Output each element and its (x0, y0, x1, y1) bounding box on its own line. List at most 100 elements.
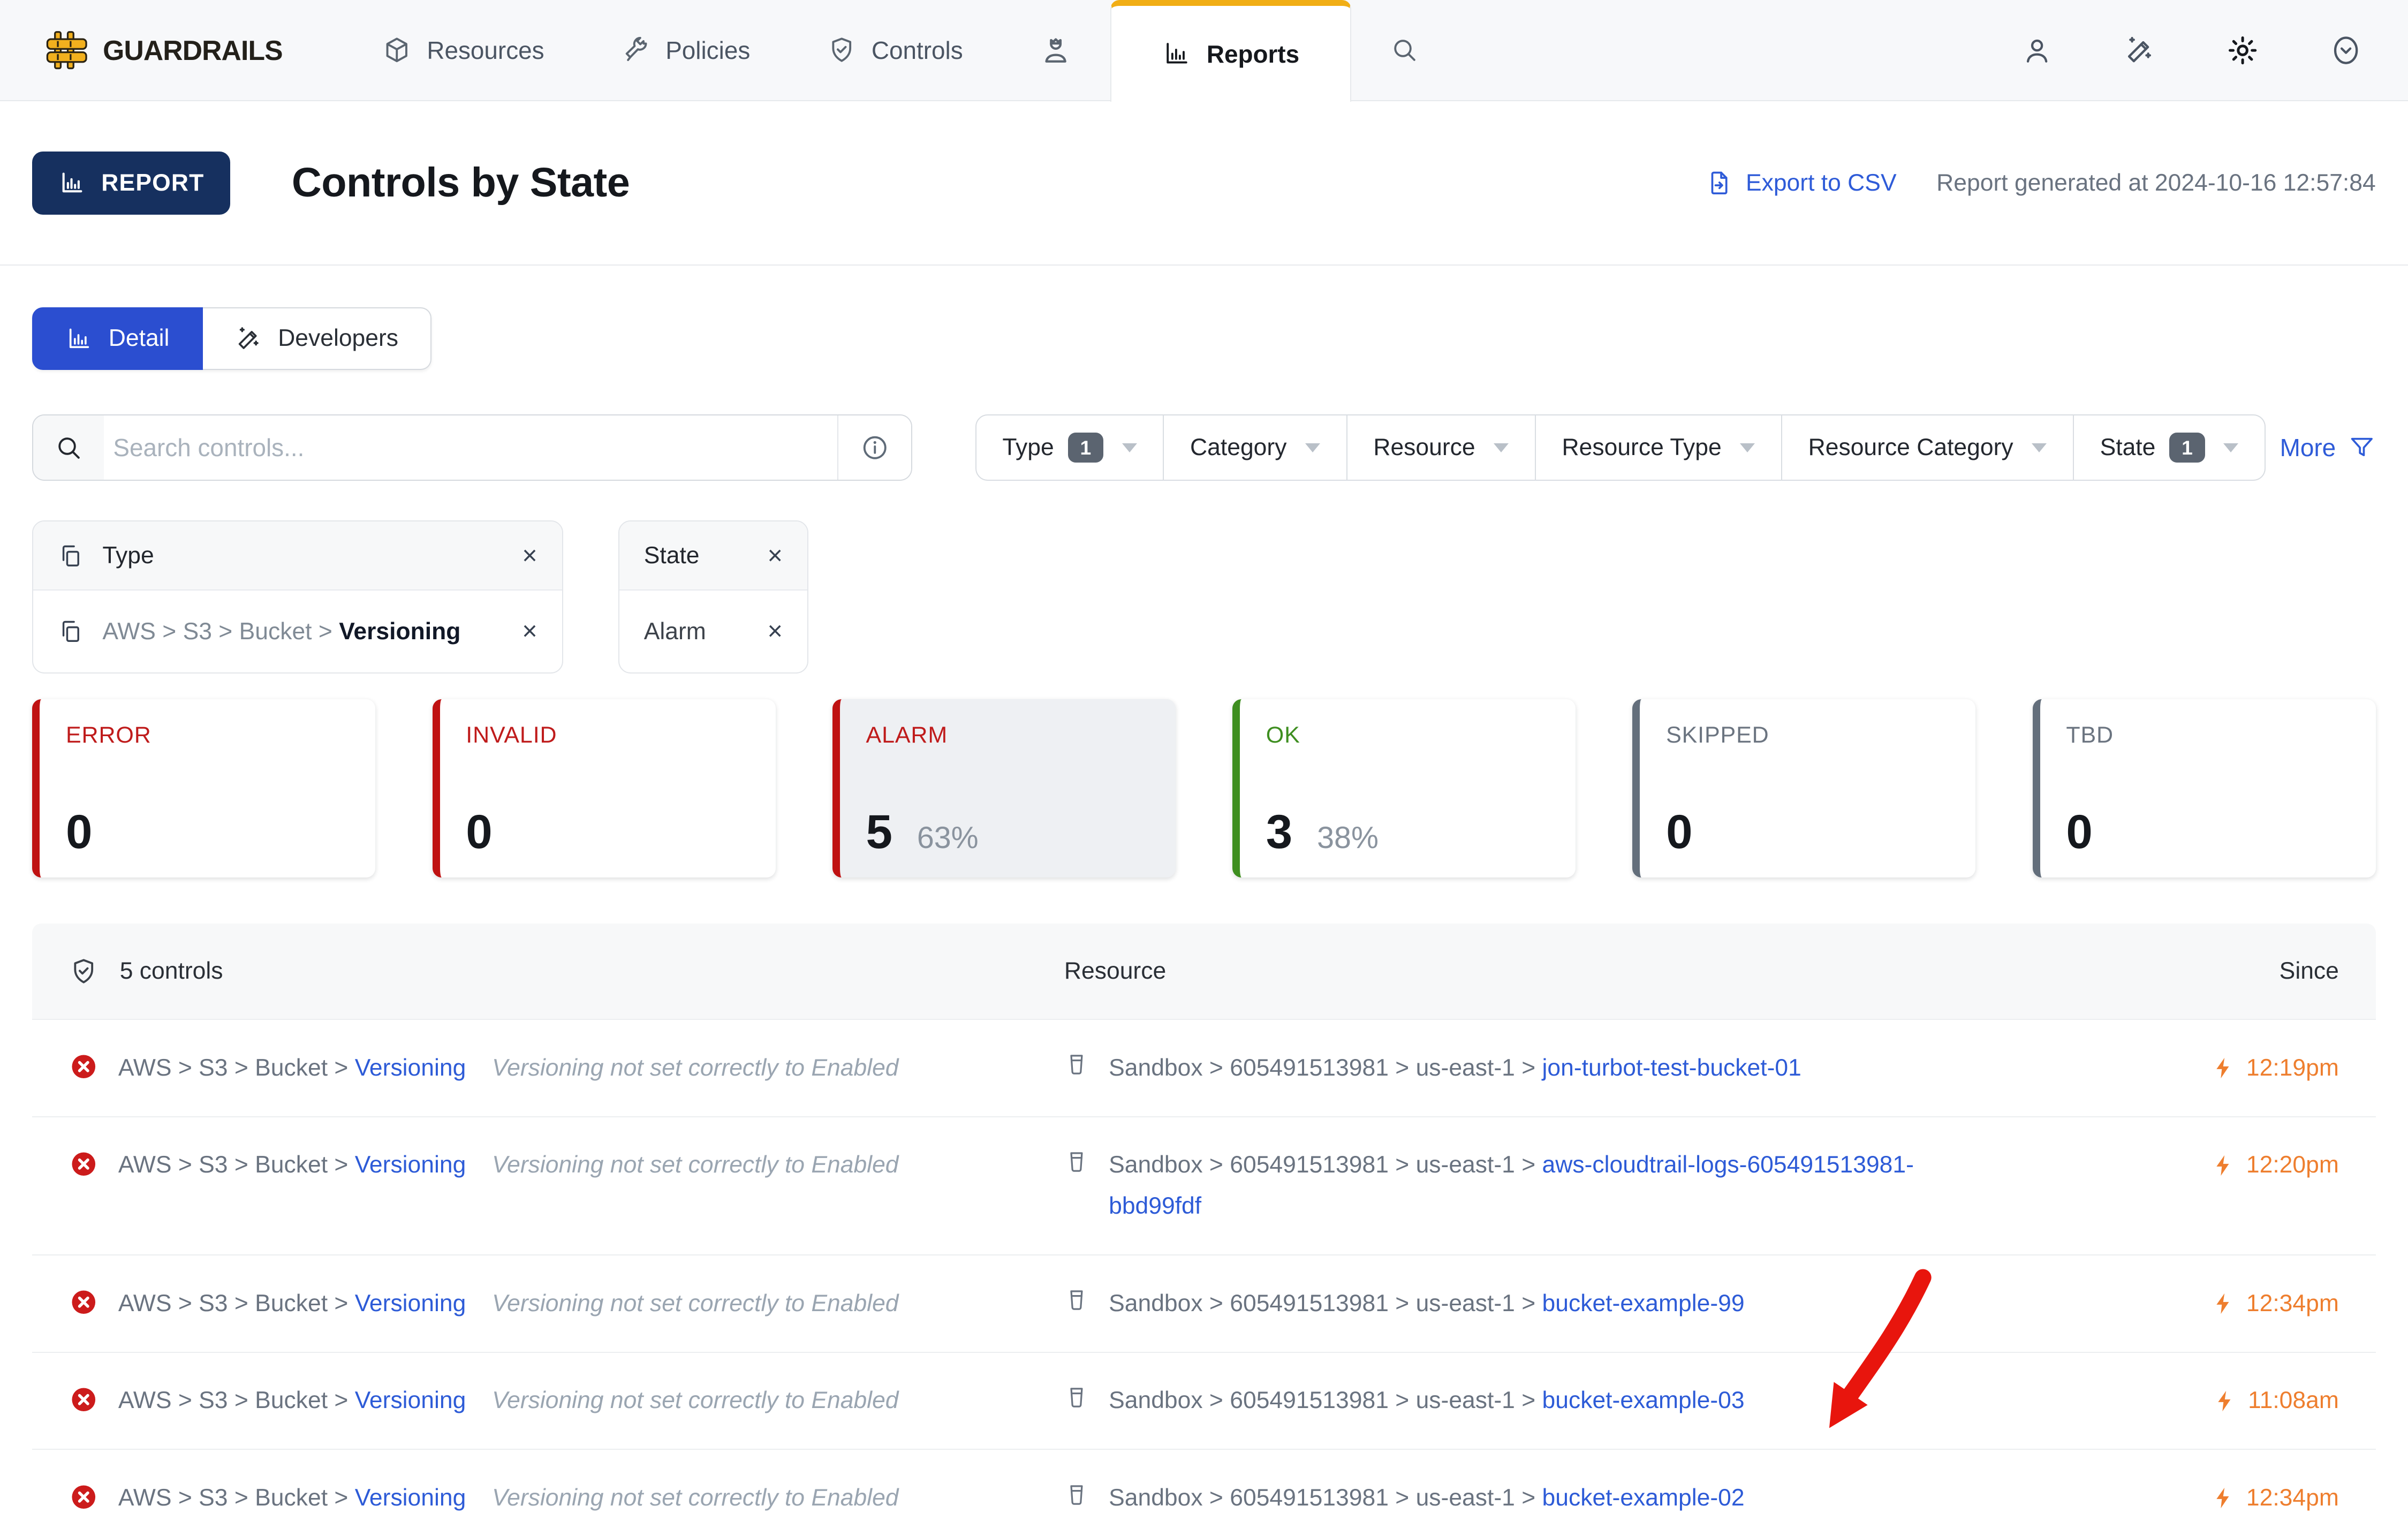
state-card[interactable]: ALARM 5 63% (832, 699, 1176, 878)
filter-chip-header: Type × (33, 521, 562, 591)
resource-path: Sandbox > 605491513981 > us-east-1 > (1109, 1484, 1542, 1511)
remove-filter-icon[interactable]: × (724, 542, 783, 569)
guardrails-logo-icon (46, 29, 87, 71)
state-card[interactable]: TBD 0 (2032, 699, 2376, 878)
since-time: 12:20pm (2246, 1152, 2339, 1178)
search-icon (33, 415, 104, 480)
control-link[interactable]: Versioning (355, 1055, 466, 1081)
resource-link[interactable]: bucket-example-02 (1542, 1485, 1745, 1511)
since-time: 12:19pm (2246, 1054, 2339, 1081)
state-card-count: 0 (466, 805, 493, 858)
brand-logo[interactable]: GUARDRAILS (46, 0, 283, 100)
remove-filter-value-icon[interactable]: × (479, 618, 537, 645)
control-reason: Versioning not set correctly to Enabled (492, 1387, 899, 1414)
state-card-label: OK (1266, 722, 1300, 748)
control-reason: Versioning not set correctly to Enabled (492, 1152, 899, 1178)
filter-count-badge: 1 (2169, 433, 2205, 463)
chevron-down-circle-icon[interactable] (2330, 34, 2362, 66)
shield-check-icon (69, 957, 99, 986)
resource-path: Sandbox > 605491513981 > us-east-1 > (1109, 1290, 1542, 1316)
nav-item-resources[interactable]: Resources (344, 0, 582, 100)
copy-icon (58, 543, 84, 569)
resource-link[interactable]: bucket-example-99 (1542, 1290, 1745, 1316)
state-card-count: 0 (66, 805, 93, 858)
more-filters-link[interactable]: More (2280, 433, 2376, 462)
control-row: AWS > S3 > Bucket > Versioning Versioning… (32, 1018, 2376, 1116)
top-nav: GUARDRAILS Resources Policies Controls R… (0, 0, 2408, 102)
remove-filter-icon[interactable]: × (479, 542, 537, 569)
cube-icon (382, 35, 412, 65)
since-time: 12:34pm (2246, 1290, 2339, 1316)
shield-check-icon (827, 35, 857, 65)
report-badge: REPORT (32, 151, 231, 215)
filter-chip-value: Alarm (643, 618, 706, 645)
detail-tab-button[interactable]: Detail (32, 307, 203, 370)
state-card-label: SKIPPED (1666, 722, 1769, 748)
developers-tab-button[interactable]: Developers (202, 307, 432, 370)
nav-item-admin[interactable] (1001, 0, 1110, 100)
nav-search-button[interactable] (1351, 0, 1457, 100)
state-card[interactable]: ERROR 0 (32, 699, 376, 878)
magic-wand-icon (235, 325, 263, 353)
control-type-path: AWS > S3 > Bucket > (118, 1484, 355, 1511)
resource-link[interactable]: jon-turbot-test-bucket-01 (1542, 1055, 1801, 1081)
report-header: REPORT Controls by State Export to CSV R… (0, 101, 2408, 266)
filter-dropdown-button[interactable]: Category (1164, 414, 1347, 481)
control-link[interactable]: Versioning (355, 1387, 466, 1413)
filter-dropdown-button[interactable]: Resource (1347, 414, 1536, 481)
funnel-icon (2348, 434, 2376, 461)
bar-chart-icon (65, 325, 93, 353)
info-icon[interactable] (837, 415, 911, 480)
control-link[interactable]: Versioning (355, 1485, 466, 1511)
state-card-count: 5 (866, 805, 892, 858)
nav-tab-reports[interactable]: Reports (1110, 0, 1351, 102)
since-time: 11:08am (2248, 1387, 2339, 1414)
control-type-path: AWS > S3 > Bucket > (118, 1054, 355, 1081)
control-reason: Versioning not set correctly to Enabled (492, 1484, 899, 1511)
state-card-label: TBD (2066, 722, 2114, 748)
alarm-state-icon (69, 1482, 99, 1512)
state-card-label: ALARM (866, 722, 948, 748)
nav-item-controls[interactable]: Controls (789, 0, 1001, 100)
control-row: AWS > S3 > Bucket > Versioning Versioning… (32, 1351, 2376, 1449)
chevron-down-icon (1740, 443, 1755, 452)
control-type-path: AWS > S3 > Bucket > (118, 1290, 355, 1316)
chevron-down-icon (2223, 443, 2239, 452)
filter-dropdown-button[interactable]: Resource Category (1782, 414, 2074, 481)
filter-dropdown-button[interactable]: Resource Type (1535, 414, 1782, 481)
control-link[interactable]: Versioning (355, 1290, 466, 1316)
s3-bucket-icon (1064, 1048, 1089, 1077)
search-box (32, 414, 912, 481)
copy-icon (58, 618, 84, 645)
control-link[interactable]: Versioning (355, 1152, 466, 1178)
state-summary-cards: ERROR 0 INVALID 0 ALARM 5 63% OK 3 38% S… (32, 699, 2376, 878)
resource-link[interactable]: bucket-example-03 (1542, 1387, 1745, 1413)
control-type-path: AWS > S3 > Bucket > (118, 1387, 355, 1414)
search-input[interactable] (104, 415, 838, 480)
state-card-label: INVALID (466, 722, 557, 748)
control-row: AWS > S3 > Bucket > Versioning Versioning… (32, 1449, 2376, 1536)
state-card[interactable]: INVALID 0 (432, 699, 776, 878)
state-card[interactable]: OK 3 38% (1232, 699, 1576, 878)
since-column-header: Since (2279, 958, 2339, 984)
bar-chart-icon (1162, 39, 1192, 69)
settings-gear-icon[interactable] (2227, 34, 2259, 66)
magic-wand-icon[interactable] (2124, 34, 2156, 66)
bar-chart-icon (58, 169, 86, 197)
filter-dropdown-button[interactable]: State 1 (2073, 414, 2266, 481)
export-csv-link[interactable]: Export to CSV (1706, 169, 1897, 197)
report-header-actions: Export to CSV Report generated at 2024-1… (1706, 169, 2376, 197)
controls-table-header: 5 controls Resource Since (32, 924, 2376, 1019)
nav-item-policies[interactable]: Policies (582, 0, 789, 100)
state-card-percentage: 63% (917, 820, 979, 855)
report-content: Detail Developers Type 1 (0, 307, 2408, 1536)
s3-bucket-icon (1064, 1145, 1089, 1174)
filter-dropdown-button[interactable]: Type 1 (975, 414, 1164, 481)
search-icon (1390, 35, 1419, 65)
user-profile-icon[interactable] (2021, 34, 2053, 66)
resource-path: Sandbox > 605491513981 > us-east-1 > (1109, 1387, 1542, 1414)
remove-filter-value-icon[interactable]: × (724, 618, 783, 645)
state-card[interactable]: SKIPPED 0 (1632, 699, 1976, 878)
filter-bar: Type 1 Category Resource Resource Type R… (975, 414, 2376, 481)
chevron-down-icon (1305, 443, 1320, 452)
